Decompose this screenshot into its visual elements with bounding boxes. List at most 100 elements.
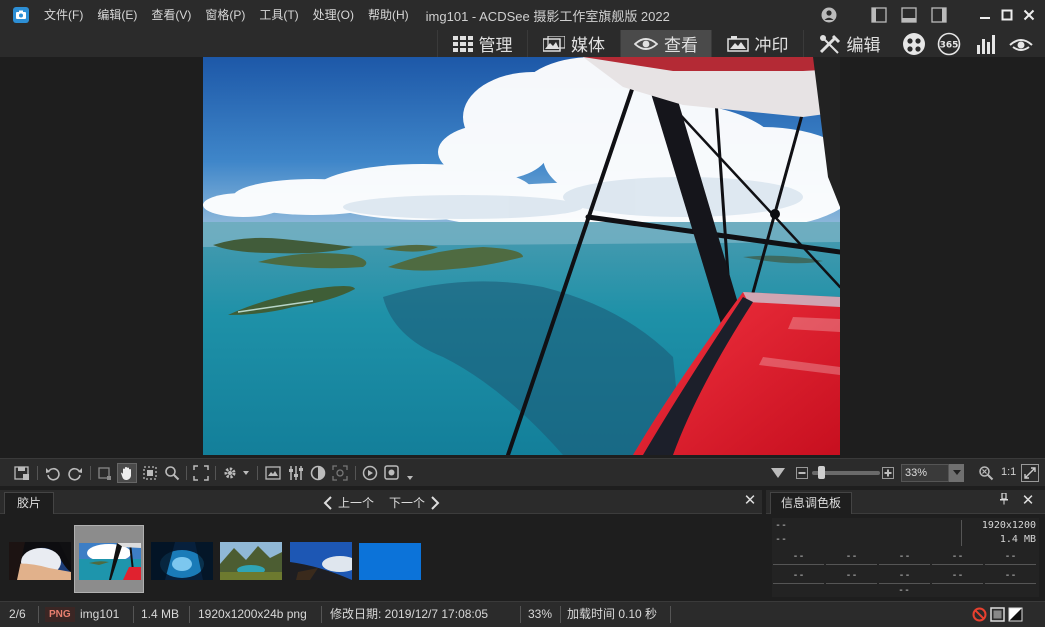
status-modified-date: 修改日期: 2019/12/7 17:08:05 bbox=[330, 607, 489, 621]
toolbar-divider bbox=[355, 466, 356, 480]
thumbnail-4[interactable] bbox=[220, 542, 282, 580]
window-title: img101 - ACDSee 摄影工作室旗舰版 2022 bbox=[425, 8, 670, 24]
fullscreen-icon[interactable] bbox=[1020, 463, 1040, 483]
exposure-icon[interactable] bbox=[308, 463, 328, 483]
viewer-toolbar: 33% 1:1 bbox=[0, 458, 1045, 486]
zoom-in-icon[interactable] bbox=[881, 463, 895, 483]
menu-view[interactable]: 查看(V) bbox=[144, 0, 198, 30]
info-filesize: 1.4 MB bbox=[999, 534, 1036, 545]
thumbnail-3[interactable] bbox=[151, 542, 213, 580]
status-dimensions: 1920x1200x24b png bbox=[198, 607, 307, 621]
background-color-icon[interactable] bbox=[990, 607, 1005, 622]
zoom-dropdown-button[interactable] bbox=[949, 464, 964, 482]
zoom-reset-icon[interactable] bbox=[976, 463, 996, 483]
info-bottom: -- bbox=[898, 585, 911, 596]
rotate-left-icon[interactable] bbox=[43, 463, 63, 483]
info-cell: -- bbox=[932, 568, 983, 584]
close-window-icon[interactable] bbox=[1014, 0, 1044, 30]
slideshow-icon[interactable] bbox=[263, 463, 283, 483]
menu-tools[interactable]: 工具(T) bbox=[252, 0, 305, 30]
mode-edit-tab[interactable]: 编辑 bbox=[803, 30, 895, 57]
acdsee-365-icon[interactable]: 365 bbox=[932, 30, 966, 57]
pin-icon[interactable] bbox=[996, 492, 1012, 509]
info-palette-tab[interactable]: 信息调色板 bbox=[770, 492, 852, 514]
svg-text:365: 365 bbox=[940, 40, 959, 50]
mode-view-tab[interactable]: 查看 bbox=[620, 30, 711, 57]
zoom-slider-thumb[interactable] bbox=[818, 466, 825, 479]
toolbar-divider bbox=[257, 466, 258, 480]
thumbnail-2-selected[interactable] bbox=[79, 543, 141, 580]
menu-edit[interactable]: 编辑(E) bbox=[90, 0, 144, 30]
previous-label: 上一个 bbox=[338, 496, 375, 510]
adjust-levels-icon[interactable] bbox=[286, 463, 306, 483]
zoom-level-input[interactable]: 33% bbox=[901, 464, 949, 482]
next-button[interactable]: 下一个 bbox=[389, 494, 440, 511]
mode-develop-tab[interactable]: 冲印 bbox=[711, 30, 803, 57]
chevron-right-icon bbox=[431, 495, 440, 510]
select-tool-icon[interactable] bbox=[140, 463, 160, 483]
menu-process[interactable]: 处理(O) bbox=[306, 0, 361, 30]
status-divider bbox=[520, 606, 521, 623]
rotate-right-icon[interactable] bbox=[65, 463, 85, 483]
fit-screen-icon[interactable] bbox=[191, 463, 211, 483]
hand-tool-icon[interactable] bbox=[117, 463, 137, 483]
menu-pane[interactable]: 窗格(P) bbox=[198, 0, 252, 30]
info-cell: -- bbox=[932, 549, 983, 565]
image-viewer[interactable] bbox=[0, 57, 1045, 455]
status-load-time: 加载时间 0.10 秒 bbox=[567, 607, 658, 621]
people-icon[interactable] bbox=[897, 30, 931, 57]
play-slideshow-icon[interactable] bbox=[360, 463, 380, 483]
toolbar-divider bbox=[215, 466, 216, 480]
title-bar: 文件(F) 编辑(E) 查看(V) 窗格(P) 工具(T) 处理(O) 帮助(H… bbox=[0, 0, 1045, 30]
info-divider bbox=[961, 520, 962, 546]
account-icon[interactable] bbox=[814, 0, 844, 30]
filmstrip-header: 胶片 上一个 下一个 ✕ bbox=[0, 490, 762, 514]
next-label: 下一个 bbox=[389, 496, 426, 510]
menu-file[interactable]: 文件(F) bbox=[37, 0, 90, 30]
navigator-dropdown-icon[interactable] bbox=[768, 463, 788, 483]
status-divider bbox=[560, 606, 561, 623]
toolbar-divider bbox=[37, 466, 38, 480]
settings-dropdown-icon[interactable] bbox=[221, 463, 251, 483]
mode-media-tab[interactable]: 媒体 bbox=[527, 30, 620, 57]
main-image[interactable] bbox=[203, 57, 840, 455]
mode-edit-label: 编辑 bbox=[846, 36, 881, 56]
layout-bottom-panel-icon[interactable] bbox=[894, 0, 924, 30]
zoom-out-icon[interactable] bbox=[795, 463, 809, 483]
thumbnail-5[interactable] bbox=[290, 542, 352, 580]
thumbnail-1[interactable] bbox=[9, 542, 71, 580]
dashboard-icon[interactable] bbox=[969, 30, 1003, 57]
info-palette-panel: 信息调色板 ✕ -- 1920x1200 -- 1.4 MB -- -- -- … bbox=[766, 490, 1045, 600]
info-row1-left: -- bbox=[775, 520, 788, 531]
luminous-eye-icon[interactable] bbox=[1004, 30, 1038, 57]
no-color-management-icon[interactable] bbox=[972, 607, 987, 622]
info-cell: -- bbox=[773, 568, 824, 584]
close-filmstrip-icon[interactable]: ✕ bbox=[742, 493, 758, 509]
close-info-palette-icon[interactable]: ✕ bbox=[1020, 493, 1036, 509]
zoom-tool-icon[interactable] bbox=[162, 463, 182, 483]
mode-manage-tab[interactable]: 管理 bbox=[437, 30, 527, 57]
exposure-warning-icon[interactable] bbox=[1008, 607, 1023, 622]
info-cell: -- bbox=[773, 549, 824, 565]
layout-left-panel-icon[interactable] bbox=[864, 0, 894, 30]
mode-view-label: 查看 bbox=[664, 36, 698, 56]
aerial-island-photo bbox=[203, 57, 840, 455]
face-detect-icon[interactable] bbox=[330, 463, 350, 483]
mode-media-label: 媒体 bbox=[571, 36, 605, 56]
toolbar-divider bbox=[90, 466, 91, 480]
actual-size-button[interactable]: 1:1 bbox=[1001, 466, 1016, 478]
menu-help[interactable]: 帮助(H) bbox=[361, 0, 416, 30]
toolbar-divider bbox=[186, 466, 187, 480]
previous-button[interactable]: 上一个 bbox=[323, 494, 374, 511]
app-logo-icon[interactable] bbox=[13, 7, 29, 23]
info-row2-left: -- bbox=[775, 534, 788, 545]
thumbnail-6[interactable] bbox=[359, 543, 421, 580]
save-icon[interactable] bbox=[12, 463, 32, 483]
info-cell: -- bbox=[826, 568, 877, 584]
layout-right-panel-icon[interactable] bbox=[924, 0, 954, 30]
external-editor-icon[interactable] bbox=[382, 463, 416, 483]
grid-icon bbox=[452, 35, 473, 52]
filmstrip-tab[interactable]: 胶片 bbox=[4, 492, 54, 514]
crop-frame-icon[interactable] bbox=[95, 463, 115, 483]
status-divider bbox=[38, 606, 39, 623]
